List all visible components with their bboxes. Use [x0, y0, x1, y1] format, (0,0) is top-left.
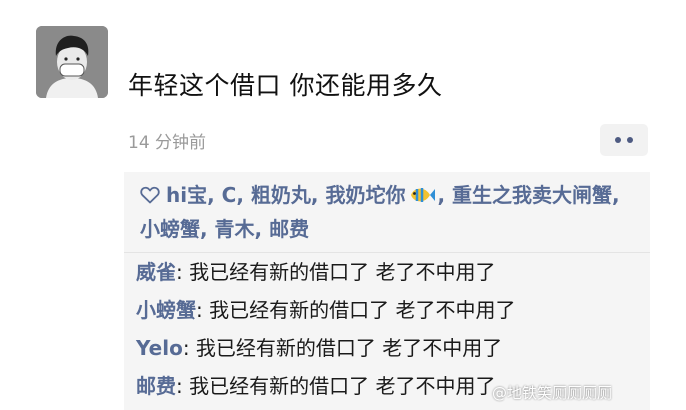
heart-outline-icon	[140, 182, 160, 212]
interaction-panel: hi宝, C, 粗奶丸, 我奶坨你 , 重生之我卖大闸蟹, 小螃蟹, 青木, 邮…	[124, 172, 650, 410]
likes-comments-divider	[124, 252, 650, 253]
comment-author[interactable]: Yelo	[136, 336, 183, 360]
comment-item[interactable]: 威雀: 我已经有新的借口了 老了不中用了	[136, 258, 495, 286]
comment-separator: :	[196, 298, 210, 322]
post-timestamp: 14 分钟前	[128, 133, 207, 153]
comment-content: 我已经有新的借口了 老了不中用了	[189, 260, 496, 284]
comment-content: 我已经有新的借口了 老了不中用了	[195, 336, 503, 360]
likes-names-part1[interactable]: hi宝, C, 粗奶丸, 我奶坨你	[166, 183, 405, 207]
comment-item[interactable]: 邮费: 我已经有新的借口了 老了不中用了	[136, 372, 495, 400]
comment-item[interactable]: Yelo: 我已经有新的借口了 老了不中用了	[136, 334, 502, 362]
comment-separator: :	[176, 374, 190, 398]
watermark: @地铁笑厕厕厕厕	[492, 384, 613, 402]
comment-content: 我已经有新的借口了 老了不中用了	[209, 298, 516, 322]
ellipsis-icon	[627, 137, 633, 143]
masked-person-avatar-icon	[36, 26, 108, 98]
likes-list: hi宝, C, 粗奶丸, 我奶坨你 , 重生之我卖大闸蟹, 小螃蟹, 青木, 邮…	[140, 180, 640, 244]
comment-author[interactable]: 小螃蟹	[136, 298, 196, 322]
comment-item[interactable]: 小螃蟹: 我已经有新的借口了 老了不中用了	[136, 296, 515, 324]
comment-author[interactable]: 邮费	[136, 374, 176, 398]
avatar[interactable]	[36, 26, 108, 98]
more-actions-button[interactable]	[600, 124, 648, 156]
ellipsis-icon	[615, 137, 621, 143]
tropical-fish-icon	[407, 184, 436, 214]
post-text: 年轻这个借口 你还能用多久	[128, 71, 443, 100]
comment-author[interactable]: 威雀	[136, 260, 176, 284]
comment-separator: :	[182, 336, 196, 360]
comment-content: 我已经有新的借口了 老了不中用了	[189, 374, 496, 398]
comment-separator: :	[176, 260, 190, 284]
